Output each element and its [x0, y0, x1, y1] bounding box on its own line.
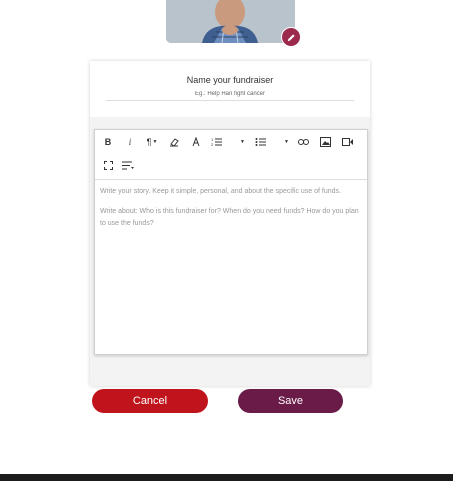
editor-container: B i ¶ ▼ 12 ▼ ▼ Write your story. Keep it…	[90, 117, 370, 386]
ordered-list-dropdown-icon[interactable]: ▼	[235, 135, 249, 149]
editor-toolbar: B i ¶ ▼ 12 ▼ ▼	[95, 130, 367, 180]
profile-photo	[166, 0, 295, 43]
paragraph-icon[interactable]: ¶ ▼	[145, 135, 159, 149]
pencil-icon	[287, 33, 295, 41]
line-height-icon[interactable]	[121, 158, 135, 172]
video-icon[interactable]	[340, 135, 354, 149]
link-icon[interactable]	[296, 135, 310, 149]
story-prompt-1: Write your story. Keep it simple, person…	[100, 188, 341, 195]
fundraiser-form-card: Name your fundraiser B i ¶▼ 12 ▼	[90, 61, 370, 386]
eraser-icon[interactable]	[167, 135, 181, 149]
unordered-list-icon[interactable]	[253, 135, 267, 149]
unordered-list-dropdown-icon[interactable]: ▼	[279, 135, 293, 149]
story-editor: B i ¶ ▼ 12 ▼ ▼ Write your story. Keep it…	[94, 129, 368, 355]
edit-photo-button[interactable]	[281, 27, 301, 47]
italic-icon[interactable]: i	[123, 135, 137, 149]
page-footer	[0, 474, 453, 481]
svg-text:2: 2	[211, 142, 214, 147]
fullscreen-icon[interactable]	[101, 158, 115, 172]
ordered-list-icon[interactable]: 12	[209, 135, 223, 149]
bold-icon[interactable]: B	[101, 135, 115, 149]
story-prompt-2: Write about: Who is this fundraiser for?…	[100, 208, 359, 227]
fundraiser-name-input[interactable]	[106, 88, 354, 101]
save-button[interactable]: Save	[238, 389, 343, 413]
cancel-button[interactable]: Cancel	[92, 389, 208, 413]
font-color-icon[interactable]	[189, 135, 203, 149]
fundraiser-name-label: Name your fundraiser	[186, 75, 274, 85]
story-textarea[interactable]: Write your story. Keep it simple, person…	[95, 180, 367, 244]
image-icon[interactable]	[318, 135, 332, 149]
